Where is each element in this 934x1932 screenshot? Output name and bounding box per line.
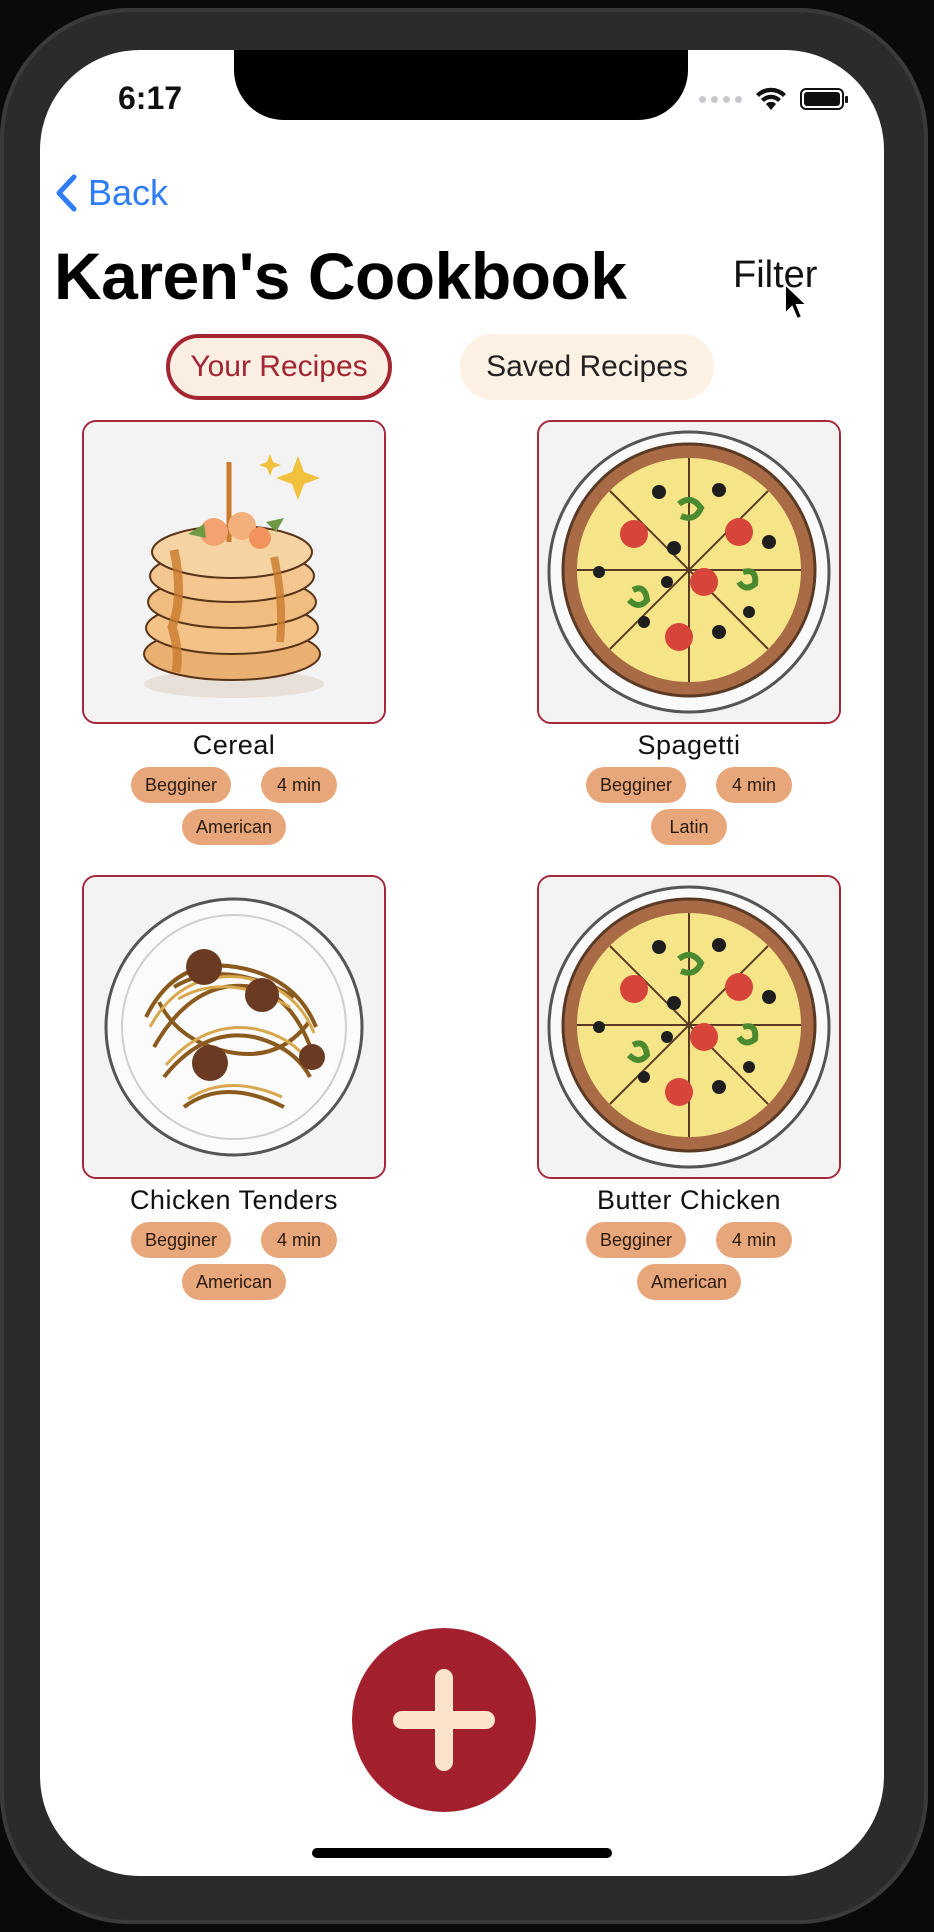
difficulty-tag: Begginer [130,1222,232,1258]
cuisine-tag: Latin [651,809,727,845]
recipe-card-chicken-tenders[interactable]: Chicken Tenders Begginer 4 min American [82,875,386,1300]
chevron-left-icon [56,174,77,212]
recipe-image-pizza[interactable] [537,420,841,724]
recipe-card-butter-chicken[interactable]: Butter Chicken Begginer 4 min American [537,875,841,1300]
recipe-card-spagetti[interactable]: Spagetti Begginer 4 min Latin [537,420,841,845]
mouse-cursor-icon [784,282,809,321]
recipe-name: Butter Chicken [596,1185,782,1215]
home-indicator[interactable] [312,1848,612,1858]
recipe-name: Spagetti [637,730,741,760]
battery-icon [800,88,848,110]
recipe-name: Chicken Tenders [129,1185,339,1215]
recipe-tags: Begginer 4 min American [549,1222,829,1300]
wifi-icon [756,87,786,110]
status-icons [699,86,848,112]
plus-icon [393,1669,495,1771]
page-title: Karen's Cookbook [54,239,627,313]
recipe-tags: Begginer 4 min Latin [549,767,829,845]
recipe-name: Cereal [192,730,276,760]
spaghetti-illustration [84,877,384,1177]
cuisine-tag: American [181,809,287,845]
recipe-image-pancakes[interactable] [82,420,386,724]
cuisine-tag: American [636,1264,742,1300]
phone-screen: 6:17 Back Karen's Cookbook Filter Your R… [40,50,884,1876]
time-tag: 4 min [261,767,338,803]
pizza-illustration [539,422,839,722]
notch [234,50,688,120]
pizza-illustration [539,877,839,1177]
recipe-image-pizza[interactable] [537,875,841,1179]
add-recipe-button[interactable] [352,1628,536,1812]
tab-your-recipes[interactable]: Your Recipes [166,334,392,400]
time-tag: 4 min [716,767,793,803]
recipe-card-cereal[interactable]: Cereal Begginer 4 min American [82,420,386,845]
pancakes-illustration [84,422,384,722]
difficulty-tag: Begginer [130,767,232,803]
difficulty-tag: Begginer [585,1222,687,1258]
tab-saved-recipes[interactable]: Saved Recipes [460,334,714,400]
time-tag: 4 min [261,1222,338,1258]
back-button[interactable]: Back [54,172,168,214]
difficulty-tag: Begginer [585,767,687,803]
status-time: 6:17 [118,80,183,116]
back-label: Back [88,172,169,213]
recipe-tags: Begginer 4 min American [94,1222,374,1300]
recipe-tags: Begginer 4 min American [94,767,374,845]
recipe-image-spaghetti[interactable] [82,875,386,1179]
cuisine-tag: American [181,1264,287,1300]
time-tag: 4 min [716,1222,793,1258]
signal-icon [699,95,742,103]
